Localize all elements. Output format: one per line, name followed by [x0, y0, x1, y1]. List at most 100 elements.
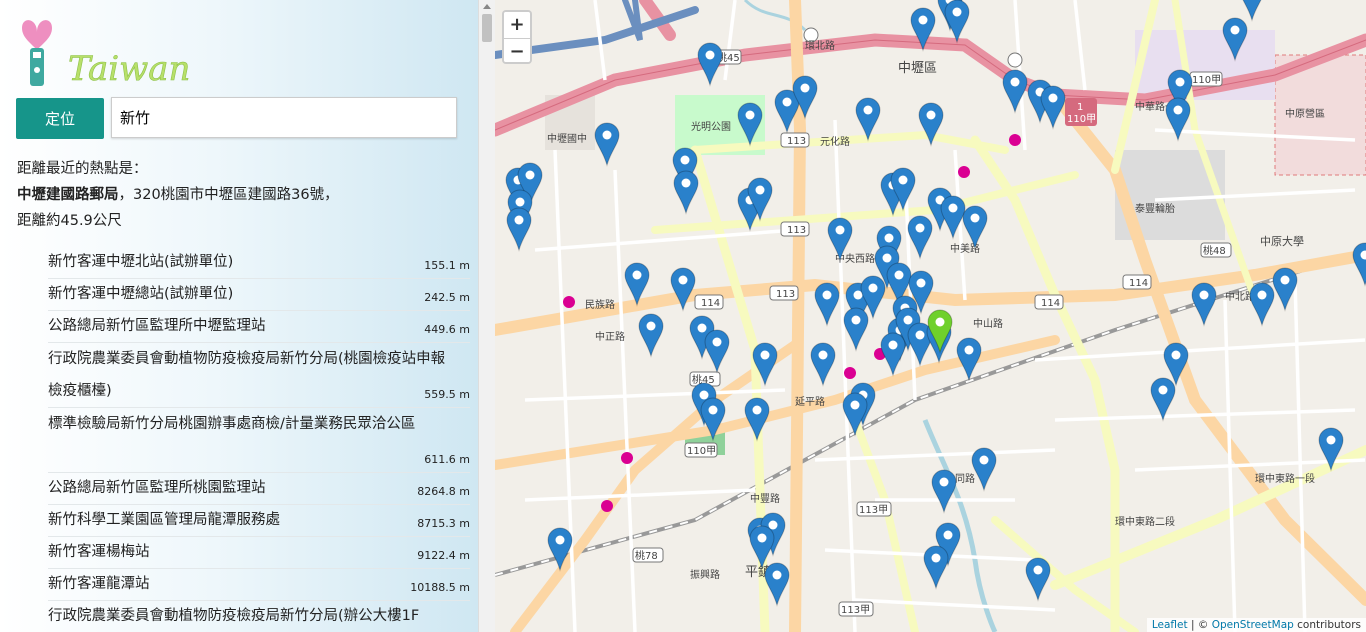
map-marker-icon-dot	[602, 130, 612, 140]
nearest-name: 中壢建國路郵局	[17, 187, 119, 203]
route-label: 1	[1077, 102, 1083, 113]
map-marker-icon-dot	[939, 477, 949, 487]
map-tiles[interactable]: 113 113 113 114 114 114 110甲 桃45 桃45 桃78…	[495, 0, 1366, 632]
road-label: 環北路	[805, 39, 835, 52]
route-label: 桃48	[1203, 244, 1226, 257]
map-marker-icon-dot	[894, 270, 904, 280]
osm-link[interactable]: OpenStreetMap	[1212, 619, 1294, 631]
list-item-distance: 559.5 m	[424, 388, 470, 401]
zoom-in-button[interactable]: +	[504, 12, 530, 38]
list-item[interactable]: 新竹客運楊梅站 9122.4 m	[48, 537, 470, 569]
route-label: 114	[1129, 278, 1148, 289]
map-marker-icon-dot	[681, 178, 691, 188]
result-list: 新竹客運中壢北站(試辦單位) 155.1 m 新竹客運中壢總站(試辦單位) 24…	[48, 247, 470, 632]
list-item[interactable]: 行政院農業委員會動植物防疫檢疫局新竹分局(辦公大樓1F	[48, 601, 470, 632]
map-marker-icon-dot	[943, 530, 953, 540]
route-label: 113甲	[859, 505, 888, 516]
map-marker-icon-dot	[964, 345, 974, 355]
road-label: 環中東路二段	[1115, 515, 1175, 528]
map-marker-icon-dot	[903, 315, 913, 325]
map-marker-icon-dot	[1048, 93, 1058, 103]
locate-button[interactable]: 定位	[16, 98, 104, 139]
scrollbar-thumb[interactable]	[482, 14, 492, 42]
map-marker-icon-dot	[782, 97, 792, 107]
list-item-distance: 611.6 m	[424, 453, 470, 466]
map-view[interactable]: 113 113 113 114 114 114 110甲 桃45 桃45 桃78…	[495, 0, 1366, 632]
list-item-distance: 10188.5 m	[410, 581, 470, 594]
sidebar-scrollbar[interactable]	[478, 0, 495, 632]
map-marker-icon-dot	[918, 15, 928, 25]
map-marker-icon-dot	[632, 270, 642, 280]
list-item-distance: 8264.8 m	[417, 485, 470, 498]
road-label: 振興路	[690, 568, 720, 581]
map-marker-icon-dot	[708, 405, 718, 415]
map-marker-icon-dot	[1199, 290, 1209, 300]
map-marker-icon-dot	[697, 323, 707, 333]
road-label: 中正路	[595, 330, 625, 343]
map-marker-icon-dot	[979, 455, 989, 465]
map-marker-icon-dot	[835, 225, 845, 235]
map-marker-icon-dot	[915, 223, 925, 233]
list-item-distance: 9122.4 m	[417, 549, 470, 562]
zoom-out-button[interactable]: −	[504, 39, 530, 62]
list-item-name: 標準檢驗局新竹分局桃園辦事處商檢/計量業務民眾洽公區	[48, 416, 416, 432]
list-item-name: 行政院農業委員會動植物防疫檢疫局新竹分局(桃園檢疫站申報檢疫櫃檯)	[48, 351, 446, 399]
map-marker-icon-dot	[915, 330, 925, 340]
map-marker-icon-dot	[1158, 385, 1168, 395]
map-marker-icon-dot	[514, 215, 524, 225]
map-marker-icon-dot	[818, 350, 828, 360]
map-marker-icon-dot	[884, 233, 894, 243]
road-label: 環中東路一段	[1255, 472, 1315, 485]
map-marker-icon-dot	[882, 253, 892, 263]
park-label: 光明公園	[691, 120, 731, 133]
leaflet-link[interactable]: Leaflet	[1152, 619, 1188, 631]
map-marker-icon-dot	[853, 290, 863, 300]
map-marker-icon-dot	[822, 290, 832, 300]
route-label: 114	[701, 298, 720, 309]
route-label: 114	[1041, 298, 1060, 309]
list-item[interactable]: 公路總局新竹區監理所桃園監理站 8264.8 m	[48, 473, 470, 505]
list-item[interactable]: 標準檢驗局新竹分局桃園辦事處商檢/計量業務民眾洽公區 611.6 m	[48, 408, 470, 473]
list-item-distance: 8715.3 m	[417, 517, 470, 530]
route-label: 110甲	[687, 446, 716, 457]
list-item-name: 新竹客運楊梅站	[48, 544, 150, 560]
map-marker-icon-dot	[970, 213, 980, 223]
road-label: 中山路	[973, 317, 1003, 330]
scroll-up-arrow-icon[interactable]	[483, 4, 491, 9]
nearest-address: ，320桃園市中壢區建國路36號，	[118, 187, 339, 203]
road-label: 延平路	[795, 395, 825, 408]
list-item[interactable]: 行政院農業委員會動植物防疫檢疫局新竹分局(桃園檢疫站申報檢疫櫃檯) 559.5 …	[48, 343, 470, 408]
route-label: 113甲	[841, 605, 870, 616]
map-marker-icon-dot	[948, 203, 958, 213]
map-marker-icon-dot	[755, 185, 765, 195]
district-label: 中壢區	[898, 61, 937, 76]
university-label: 中原大學	[1260, 234, 1304, 248]
map-marker-icon-dot	[705, 50, 715, 60]
map-marker-icon-dot	[1171, 350, 1181, 360]
route-label: 113	[787, 136, 806, 147]
route-label: 110甲	[1192, 75, 1221, 86]
list-item[interactable]: 新竹客運中壢北站(試辦單位) 155.1 m	[48, 247, 470, 279]
sidebar: Taiwan 定位 距離最近的熱點是： 中壢建國路郵局，320桃園市中壢區建國路…	[0, 0, 478, 632]
map-marker-icon-dot	[851, 315, 861, 325]
route-label: 113	[787, 225, 806, 236]
map-marker-icon-dot	[678, 275, 688, 285]
search-input[interactable]	[111, 97, 457, 138]
taiwan-logo: Taiwan	[22, 20, 191, 89]
school-label: 中壢國中	[547, 132, 587, 145]
map-marker-icon-dot	[868, 283, 878, 293]
list-item-name: 新竹科學工業園區管理局龍潭服務處	[48, 512, 280, 528]
map-marker-icon-dot	[680, 155, 690, 165]
list-item-name: 行政院農業委員會動植物防疫檢疫局新竹分局(辦公大樓1F	[48, 608, 420, 624]
map-marker-icon-dot	[555, 535, 565, 545]
list-item[interactable]: 新竹客運中壢總站(試辦單位) 242.5 m	[48, 279, 470, 311]
map-marker-icon-dot	[926, 110, 936, 120]
map-marker-icon-dot	[760, 350, 770, 360]
list-item[interactable]: 新竹科學工業園區管理局龍潭服務處 8715.3 m	[48, 505, 470, 537]
map-marker-icon-dot	[916, 278, 926, 288]
figure-icon	[30, 48, 44, 86]
list-item-name: 新竹客運中壢總站(試辦單位)	[48, 286, 234, 302]
list-item[interactable]: 新竹客運龍潭站 10188.5 m	[48, 569, 470, 601]
list-item[interactable]: 公路總局新竹區監理所中壢監理站 449.6 m	[48, 311, 470, 343]
map-marker-icon-dot	[772, 570, 782, 580]
